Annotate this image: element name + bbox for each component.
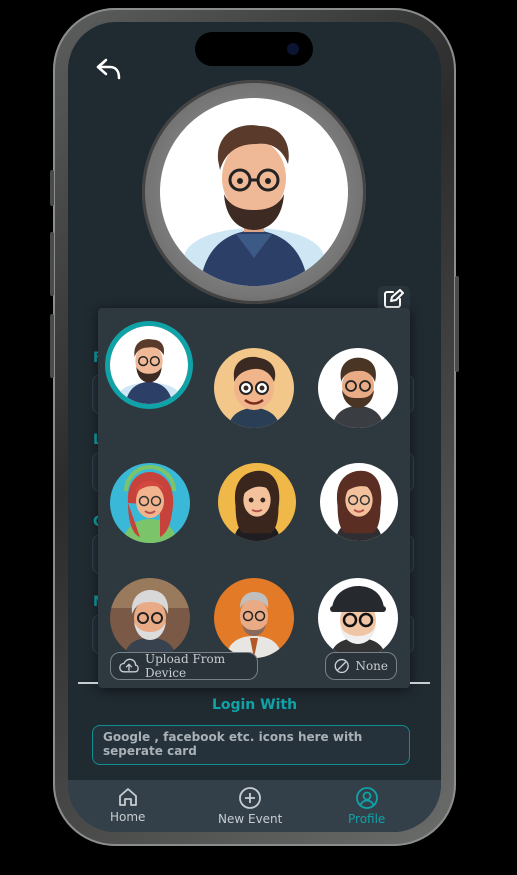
edit-square-pen-icon: [384, 289, 404, 308]
avatar-woman-brown-hair: [218, 463, 296, 541]
home-icon: [118, 788, 137, 806]
bottom-nav: Home New Event Profile: [68, 780, 441, 832]
side-button-volume-down: [50, 314, 54, 378]
plus-circle-icon: [239, 787, 262, 809]
avatar-bearded-man-glasses: [110, 326, 188, 404]
profile-avatar[interactable]: [160, 98, 348, 286]
login-with-title: Login With: [211, 697, 298, 713]
avatar-picker-panel: Upload From Device None: [98, 308, 410, 688]
divider-left: [78, 682, 98, 684]
divider-right: [410, 682, 430, 684]
nav-profile[interactable]: Profile: [348, 786, 385, 826]
nav-new-event[interactable]: New Event: [218, 786, 282, 826]
avatar-option-1[interactable]: [110, 326, 188, 404]
avatar-older-man-glasses: [110, 578, 190, 658]
avatar-option-8[interactable]: [214, 578, 294, 658]
avatar-option-4[interactable]: [110, 463, 190, 543]
side-button-volume-up: [50, 232, 54, 296]
avatar-option-2[interactable]: [214, 348, 294, 428]
back-button[interactable]: [94, 54, 124, 84]
avatar-elderly-man-hat: [318, 578, 398, 658]
upload-label: Upload From Device: [144, 652, 226, 680]
nav-profile-label: Profile: [348, 812, 386, 826]
social-login-card[interactable]: Google , facebook etc. icons here with s…: [92, 725, 410, 765]
nav-new-event-label: New Event: [218, 812, 283, 826]
profile-icon: [355, 787, 378, 809]
camera-icon: [287, 43, 299, 55]
avatar-bearded-man-hoodie: [318, 348, 398, 428]
avatar-cartoon-man-glasses: [214, 348, 294, 428]
avatar-option-6[interactable]: [320, 463, 398, 541]
side-button-power: [455, 276, 459, 372]
avatar-older-man-suit: [214, 578, 294, 658]
prohibited-icon: [334, 658, 349, 674]
none-label: None: [355, 659, 388, 673]
profile-avatar-ring: [142, 80, 366, 304]
avatar-bearded-man-glasses-large: [184, 125, 324, 286]
none-avatar-button[interactable]: None: [325, 652, 397, 680]
upload-from-device-button[interactable]: Upload From Device: [110, 652, 258, 680]
app-screen: F L C M: [68, 22, 441, 832]
avatar-option-7[interactable]: [110, 578, 190, 658]
dynamic-island: [195, 32, 313, 66]
nav-home[interactable]: Home: [110, 786, 145, 824]
avatar-option-5[interactable]: [218, 463, 296, 541]
avatar-woman-headphones: [110, 463, 190, 543]
reply-arrow-icon: [96, 58, 121, 80]
avatar-option-9[interactable]: [318, 578, 398, 658]
nav-home-label: Home: [110, 810, 146, 824]
avatar-option-3[interactable]: [318, 348, 398, 428]
cloud-upload-icon: [119, 658, 139, 673]
avatar-woman-glasses: [320, 463, 398, 541]
side-button-action: [50, 170, 54, 206]
